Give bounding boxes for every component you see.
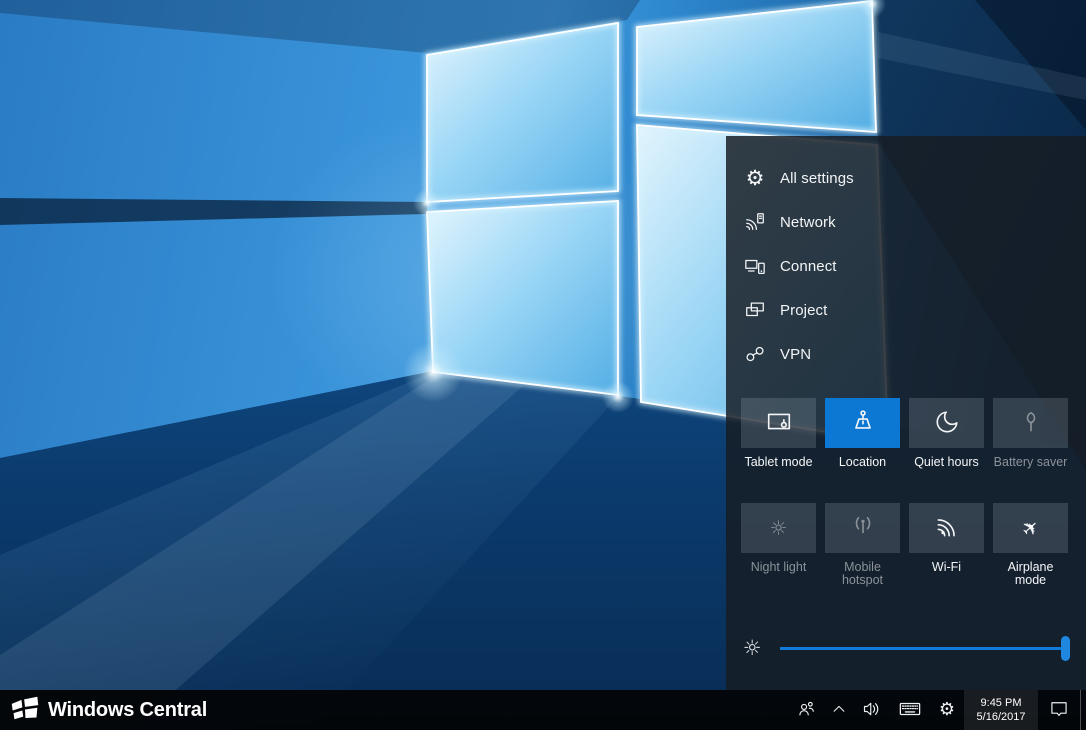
menu-item-connect[interactable]: Connect [726,244,1086,288]
location-tile[interactable] [825,398,900,448]
quick-action-location: Location [825,398,900,469]
connect-icon [744,255,766,277]
brightness-fill [780,647,1068,650]
night-light-tile[interactable]: ☼ [741,503,816,553]
windows-central-flag-icon [10,695,40,725]
people-icon [797,699,817,722]
location-icon [850,409,876,438]
night-light-icon: ☼ [770,518,788,538]
keyboard-icon [898,698,922,723]
taskbar-clock[interactable]: 9:45 PM 5/16/2017 [964,690,1038,730]
taskbar: Windows Central [0,690,1086,730]
brightness-sun-icon: ☼ [741,634,763,662]
mobile-hotspot-tile[interactable] [825,503,900,553]
show-desktop-button[interactable] [1080,690,1086,730]
network-icon [744,211,766,233]
tile-label: Night light [751,561,807,574]
battery-saver-icon [1018,409,1044,438]
volume-icon [862,699,882,722]
tile-label: Mobile hotspot [825,561,900,587]
menu-item-label: Network [780,214,836,231]
project-icon [744,299,766,321]
brightness-row: ☼ [726,634,1086,662]
tray-people-button[interactable] [790,690,824,730]
windows-central-watermark: Windows Central [10,690,207,730]
battery-saver-tile[interactable] [993,398,1068,448]
tablet-mode-icon [766,409,792,438]
menu-item-project[interactable]: Project [726,288,1086,332]
action-center-button[interactable] [1038,690,1080,730]
gear-icon: ⚙ [744,167,766,189]
tile-label: Wi-Fi [932,561,961,574]
tile-label: Quiet hours [914,456,979,469]
quiet-hours-tile[interactable] [909,398,984,448]
brightness-track[interactable] [780,647,1068,650]
brightness-slider[interactable] [780,634,1068,662]
quick-actions-row-1: Tablet mode Location [741,398,1068,469]
tile-label: Airplane mode [993,561,1068,587]
notification-bubble-icon [1049,699,1069,722]
menu-item-vpn[interactable]: VPN [726,332,1086,376]
menu-item-network[interactable]: Network [726,200,1086,244]
menu-item-label: VPN [780,346,811,363]
action-center-menu: ⚙ All settings Network [726,156,1086,376]
desktop-screen: ⚙ All settings Network [0,0,1086,730]
mobile-hotspot-icon [850,514,876,543]
menu-item-label: Connect [780,258,837,275]
menu-item-all-settings[interactable]: ⚙ All settings [726,156,1086,200]
quick-action-mobile-hotspot: Mobile hotspot [825,503,900,587]
tray-settings-button[interactable]: ⚙ [930,690,964,730]
wifi-tile[interactable] [909,503,984,553]
quick-action-quiet-hours: Quiet hours [909,398,984,469]
chevron-up-icon [830,700,848,721]
vpn-icon [744,343,766,365]
wifi-icon [934,514,960,543]
tile-label: Battery saver [994,456,1068,469]
tile-label: Tablet mode [744,456,812,469]
settings-gear-icon: ⚙ [939,701,955,719]
clock-date: 5/16/2017 [977,710,1026,724]
tablet-mode-tile[interactable] [741,398,816,448]
clock-time: 9:45 PM [981,696,1022,710]
tray-hidden-icons-button[interactable] [824,690,854,730]
tile-label: Location [839,456,886,469]
quick-action-tablet-mode: Tablet mode [741,398,816,469]
action-center-panel: ⚙ All settings Network [726,136,1086,690]
airplane-mode-icon: ✈ [1022,518,1039,538]
tray-volume-button[interactable] [854,690,890,730]
quick-action-airplane-mode: ✈ Airplane mode [993,503,1068,587]
quick-action-wifi: Wi-Fi [909,503,984,587]
menu-item-label: All settings [780,170,854,187]
quick-actions-row-2: ☼ Night light Mobile hotspot [741,503,1068,587]
brightness-thumb[interactable] [1061,636,1070,661]
system-tray: ⚙ 9:45 PM 5/16/2017 [790,690,1086,730]
tray-keyboard-button[interactable] [890,690,930,730]
airplane-mode-tile[interactable]: ✈ [993,503,1068,553]
quiet-hours-icon [934,409,960,438]
menu-item-label: Project [780,302,827,319]
quick-action-battery-saver: Battery saver [993,398,1068,469]
brand-label: Windows Central [48,699,207,722]
quick-action-night-light: ☼ Night light [741,503,816,587]
